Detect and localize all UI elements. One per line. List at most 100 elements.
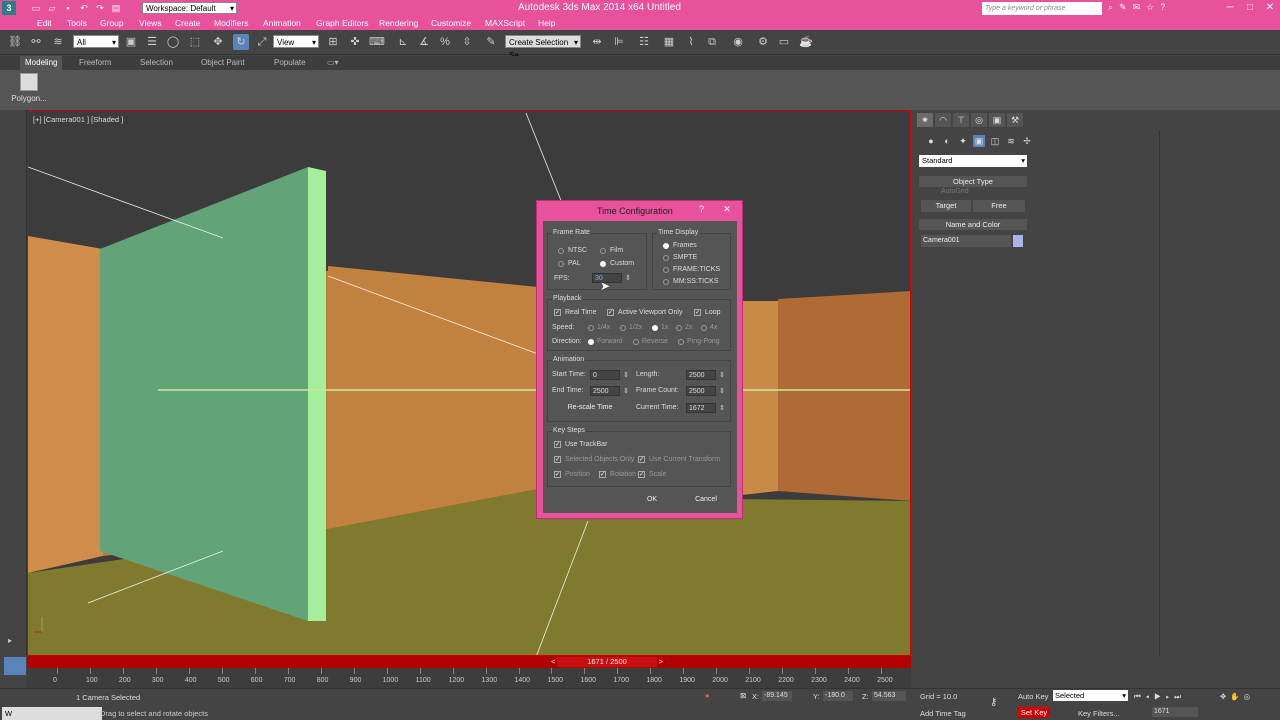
dialog-help-icon[interactable]: ? [699, 204, 704, 214]
layer-manager-icon[interactable]: ☷ [636, 34, 652, 50]
viewport-label[interactable]: [+] [Camera001 ] [Shaded ] [33, 115, 123, 124]
loop-checkbox[interactable]: ✓ [694, 309, 701, 316]
ribbon-options-icon[interactable]: ▭▾ [322, 56, 344, 70]
film-radio[interactable] [600, 248, 606, 254]
menu-help[interactable]: Help [538, 17, 555, 30]
lock-icon[interactable]: ● [705, 691, 710, 700]
snaps-toggle-icon[interactable]: ⊾ [395, 34, 411, 50]
curve-editor-icon[interactable]: ⌇ [683, 34, 699, 50]
speed-1x-radio[interactable] [652, 325, 658, 331]
render-production-icon[interactable]: ☕ [798, 34, 814, 50]
render-setup-icon[interactable]: ⚙ [755, 34, 771, 50]
named-selection-dropdown[interactable]: Create Selection Se [505, 35, 581, 60]
bind-space-warp-icon[interactable]: ≋ [50, 34, 66, 50]
key-mode-dropdown[interactable]: Selected [1053, 690, 1128, 701]
frame-ticks-radio[interactable] [663, 267, 669, 273]
new-file-icon[interactable]: ▭ [30, 2, 42, 14]
graphite-toggle-icon[interactable]: ▦ [661, 34, 677, 50]
undo-icon[interactable]: ↶ [78, 2, 90, 14]
close-icon[interactable]: ✕ [1260, 0, 1280, 15]
time-slider-knob[interactable]: < 1671 / 2500 > [551, 657, 663, 667]
position-checkbox[interactable]: ✓ [554, 471, 561, 478]
speed-2x-radio[interactable] [676, 325, 682, 331]
select-manipulate-icon[interactable]: ✜ [347, 34, 363, 50]
start-time-spinner[interactable]: 0 [590, 370, 629, 380]
forward-radio[interactable] [588, 339, 594, 345]
key-icon[interactable]: ⚷ [990, 697, 997, 708]
length-spinner[interactable]: 2500 [686, 370, 725, 380]
key-filters-button[interactable]: Key Filters... [1078, 709, 1120, 718]
redo-icon[interactable]: ↷ [94, 2, 106, 14]
camera-viewport[interactable]: [+] [Camera001 ] [Shaded ] [27, 110, 911, 656]
minimize-icon[interactable]: ─ [1220, 0, 1240, 15]
subscription-icon[interactable]: ✎ [1119, 2, 1127, 13]
unlink-icon[interactable]: ⚯ [28, 34, 44, 50]
polygon-modeling-button[interactable]: Polygon... [9, 73, 49, 103]
frames-radio[interactable] [663, 243, 669, 249]
active-viewport-checkbox[interactable]: ✓ [607, 309, 614, 316]
speed-half-radio[interactable] [620, 325, 626, 331]
rotation-checkbox[interactable]: ✓ [599, 471, 606, 478]
geometry-icon[interactable]: ● [925, 135, 937, 147]
set-key-button[interactable]: Set Key [1018, 707, 1050, 718]
window-crossing-icon[interactable]: ⬚ [187, 34, 203, 50]
isolate-icon[interactable]: ⊠ [740, 691, 746, 700]
keyboard-shortcut-icon[interactable]: ⌨ [369, 34, 385, 50]
hierarchy-tab-icon[interactable]: ⊤ [953, 113, 969, 127]
reverse-radio[interactable] [633, 339, 639, 345]
search-icon[interactable]: ⌕ [1108, 2, 1113, 13]
spacewarps-icon[interactable]: ≋ [1005, 135, 1017, 147]
ref-coord-dropdown[interactable]: View [273, 35, 319, 49]
shapes-icon[interactable]: ◐ [941, 135, 953, 147]
tab-selection[interactable]: Selection [135, 56, 178, 70]
maximize-icon[interactable]: □ [1240, 0, 1260, 15]
playback-controls[interactable]: ⏮◂▶▸⏭ [1134, 692, 1186, 702]
mirror-icon[interactable]: ⇹ [589, 34, 605, 50]
link-icon[interactable]: ⛓ [7, 34, 23, 50]
end-time-spinner[interactable]: 2500 [590, 386, 629, 396]
tab-freeform[interactable]: Freeform [74, 56, 116, 70]
ok-button[interactable]: OK [631, 494, 673, 506]
helpers-icon[interactable]: ◫ [989, 135, 1001, 147]
ntsc-radio[interactable] [558, 248, 564, 254]
cancel-button[interactable]: Cancel [683, 494, 729, 506]
nav-controls[interactable]: ✥✋◎ [1220, 692, 1254, 701]
rescale-time-button[interactable]: Re-scale Time [554, 402, 626, 414]
selected-only-checkbox[interactable]: ✓ [554, 456, 561, 463]
project-folder-icon[interactable]: ▤ [110, 2, 122, 14]
category-dropdown[interactable]: Standard [919, 155, 1027, 167]
menu-graph-editors[interactable]: Graph Editors [316, 17, 368, 30]
scale-checkbox[interactable]: ✓ [638, 471, 645, 478]
auto-key-button[interactable]: Auto Key [1018, 692, 1048, 701]
favorites-icon[interactable]: ☆ [1146, 2, 1154, 13]
next-frame-icon[interactable]: > [659, 657, 663, 667]
tab-populate[interactable]: Populate [269, 56, 311, 70]
menu-customize[interactable]: Customize [431, 17, 471, 30]
mmss-ticks-radio[interactable] [663, 279, 669, 285]
y-coord-field[interactable]: -180.0 [823, 691, 853, 701]
object-name-field[interactable]: Camera001 [921, 235, 1011, 247]
select-scale-icon[interactable]: ⤢ [254, 34, 270, 50]
angle-snap-icon[interactable]: ∡ [416, 34, 432, 50]
selection-filter-dropdown[interactable]: All [73, 35, 119, 49]
use-current-transform-checkbox[interactable]: ✓ [638, 456, 645, 463]
menu-maxscript[interactable]: MAXScript [485, 17, 525, 30]
menu-group[interactable]: Group [100, 17, 124, 30]
material-editor-icon[interactable]: ◉ [730, 34, 746, 50]
custom-radio[interactable] [600, 261, 606, 267]
modify-tab-icon[interactable]: ◠ [935, 113, 951, 127]
save-icon[interactable]: ▪ [62, 2, 74, 14]
pivot-center-icon[interactable]: ⊞ [325, 34, 341, 50]
motion-tab-icon[interactable]: ◎ [971, 113, 987, 127]
workspace-dropdown[interactable]: Workspace: Default [142, 2, 237, 15]
menu-edit[interactable]: Edit [37, 17, 52, 30]
rendered-frame-icon[interactable]: ▭ [776, 34, 792, 50]
smpte-radio[interactable] [663, 255, 669, 261]
menu-create[interactable]: Create [175, 17, 201, 30]
time-slider[interactable]: < 1671 / 2500 > [27, 656, 911, 668]
utilities-tab-icon[interactable]: ⚒ [1007, 113, 1023, 127]
add-time-tag[interactable]: Add Time Tag [920, 709, 966, 718]
trackbar-toggle-icon[interactable] [4, 657, 26, 675]
menu-rendering[interactable]: Rendering [379, 17, 418, 30]
create-tab-icon[interactable]: ✷ [917, 113, 933, 127]
